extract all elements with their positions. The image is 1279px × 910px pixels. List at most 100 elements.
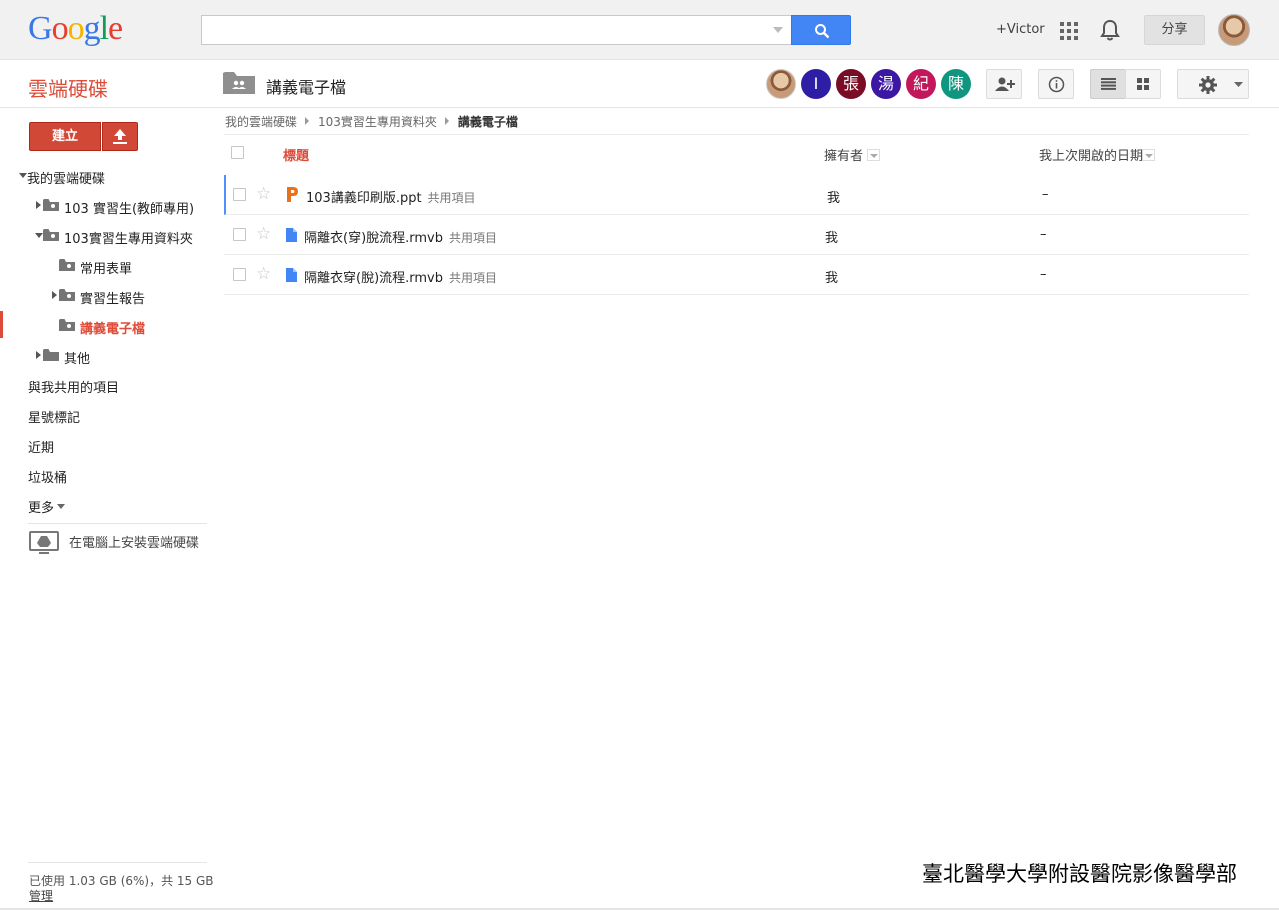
- sort-date-icon[interactable]: [1142, 149, 1155, 161]
- active-indicator: [0, 311, 3, 338]
- star-icon[interactable]: ☆: [256, 184, 271, 204]
- shared-user-avatar[interactable]: [766, 69, 796, 99]
- details-button[interactable]: [1038, 69, 1074, 99]
- column-header-owner[interactable]: 擁有者: [824, 145, 863, 164]
- row-checkbox[interactable]: [233, 188, 246, 201]
- folder-item-active[interactable]: 講義電子檔: [80, 318, 145, 337]
- file-owner: 我: [825, 271, 839, 286]
- select-all-checkbox[interactable]: [231, 146, 244, 159]
- file-list-header: 標題 擁有者 我上次開啟的日期: [224, 134, 1249, 174]
- notifications-bell-icon[interactable]: [1100, 19, 1120, 41]
- shared-user-avatar[interactable]: I: [801, 69, 831, 99]
- breadcrumb-current: 講義電子檔: [457, 115, 518, 129]
- create-button[interactable]: 建立: [29, 122, 101, 151]
- storage-usage: 已使用 1.03 GB (6%)，共 15 GB: [29, 874, 214, 888]
- user-profile-link[interactable]: +Victor: [996, 22, 1045, 37]
- top-bar: Google +Victor 分享: [0, 0, 1279, 60]
- search-options-caret-icon[interactable]: [773, 27, 783, 33]
- folder-icon: [43, 349, 59, 361]
- shared-label: 共用項目: [449, 271, 498, 285]
- shared-label: 共用項目: [427, 191, 476, 205]
- shared-folder-icon: [59, 289, 75, 301]
- nav-more[interactable]: 更多: [28, 497, 54, 516]
- chevron-down-icon: [57, 504, 65, 509]
- file-icon: [286, 268, 297, 282]
- gear-icon: [1199, 76, 1217, 94]
- upload-icon: [113, 129, 127, 144]
- sort-owner-icon[interactable]: [867, 149, 880, 161]
- file-row[interactable]: ☆ 103講義印刷版.ppt 共用項目 我 –: [224, 175, 1249, 215]
- star-icon[interactable]: ☆: [256, 264, 271, 284]
- shared-folder-icon: [43, 199, 59, 211]
- breadcrumb-arrow-icon: [444, 117, 449, 125]
- drive-header-bar: 雲端硬碟 講義電子檔 I 張 湯 紀 陳: [0, 60, 1279, 108]
- file-owner: 我: [825, 231, 839, 246]
- expand-arrow-icon[interactable]: [36, 351, 41, 359]
- collapse-arrow-icon[interactable]: [19, 173, 27, 178]
- column-header-title[interactable]: 標題: [283, 145, 309, 164]
- file-name[interactable]: 隔離衣(穿)脫流程.rmvb 共用項目: [304, 227, 497, 246]
- share-button[interactable]: 分享: [1144, 15, 1205, 45]
- nav-recent[interactable]: 近期: [28, 437, 54, 456]
- folder-title: 講義電子檔: [266, 78, 347, 97]
- breadcrumb-item[interactable]: 103實習生專用資料夾: [318, 115, 437, 129]
- nav-my-drive[interactable]: 我的雲端硬碟: [27, 168, 105, 187]
- folder-item[interactable]: 103實習生專用資料夾: [64, 228, 193, 247]
- search-button[interactable]: [791, 15, 851, 45]
- star-icon[interactable]: ☆: [256, 224, 271, 244]
- institution-watermark: 臺北醫學大學附設醫院影像醫學部: [922, 862, 1237, 886]
- account-avatar[interactable]: [1218, 14, 1250, 46]
- file-row[interactable]: ☆ 隔離衣穿(脫)流程.rmvb 共用項目 我 –: [224, 255, 1249, 295]
- add-people-button[interactable]: [986, 69, 1022, 99]
- expand-arrow-icon[interactable]: [36, 201, 41, 209]
- file-name[interactable]: 103講義印刷版.ppt 共用項目: [306, 187, 476, 206]
- settings-menu-button[interactable]: [1177, 69, 1249, 99]
- shared-label: 共用項目: [449, 231, 498, 245]
- desktop-drive-icon: [29, 531, 59, 554]
- divider: [28, 862, 207, 863]
- shared-user-avatar[interactable]: 張: [836, 69, 866, 99]
- app-name[interactable]: 雲端硬碟: [28, 73, 108, 102]
- powerpoint-file-icon: [287, 187, 298, 202]
- shared-folder-icon: [43, 229, 59, 241]
- row-checkbox[interactable]: [233, 228, 246, 241]
- folder-item[interactable]: 常用表單: [80, 258, 132, 277]
- upload-button[interactable]: [102, 122, 138, 151]
- breadcrumb: 我的雲端硬碟 103實習生專用資料夾 講義電子檔: [225, 113, 518, 130]
- shared-user-avatar[interactable]: 陳: [941, 69, 971, 99]
- search-input[interactable]: [201, 15, 791, 45]
- shared-folder-icon: [223, 72, 255, 94]
- file-name[interactable]: 隔離衣穿(脫)流程.rmvb 共用項目: [304, 267, 497, 286]
- apps-grid-icon[interactable]: [1060, 22, 1078, 40]
- add-person-icon: [995, 77, 1015, 91]
- info-icon: [1048, 76, 1065, 93]
- file-row[interactable]: ☆ 隔離衣(穿)脫流程.rmvb 共用項目 我 –: [224, 215, 1249, 255]
- shared-user-avatar[interactable]: 湯: [871, 69, 901, 99]
- row-checkbox[interactable]: [233, 268, 246, 281]
- install-drive-link[interactable]: 在電腦上安裝雲端硬碟: [69, 532, 199, 551]
- folder-item[interactable]: 103 實習生(教師專用): [64, 198, 194, 217]
- google-logo[interactable]: Google: [28, 10, 123, 48]
- expand-arrow-icon[interactable]: [52, 291, 57, 299]
- file-owner: 我: [827, 191, 841, 206]
- file-icon: [286, 228, 297, 242]
- divider: [28, 523, 207, 524]
- nav-starred[interactable]: 星號標記: [28, 407, 80, 426]
- grid-view-button[interactable]: [1125, 69, 1161, 99]
- grid-view-icon: [1137, 78, 1149, 90]
- list-view-icon: [1101, 78, 1116, 90]
- nav-shared-with-me[interactable]: 與我共用的項目: [28, 377, 119, 396]
- file-last-opened: –: [1042, 187, 1049, 202]
- manage-storage-link[interactable]: 管理: [29, 887, 53, 904]
- chevron-down-icon: [1234, 82, 1243, 87]
- list-view-button[interactable]: [1090, 69, 1126, 99]
- nav-trash[interactable]: 垃圾桶: [28, 467, 67, 486]
- file-last-opened: –: [1040, 267, 1047, 282]
- file-last-opened: –: [1040, 227, 1047, 242]
- shared-user-avatar[interactable]: 紀: [906, 69, 936, 99]
- folder-item[interactable]: 實習生報告: [80, 288, 145, 307]
- collapse-arrow-icon[interactable]: [35, 233, 43, 238]
- breadcrumb-item[interactable]: 我的雲端硬碟: [225, 115, 297, 129]
- folder-item[interactable]: 其他: [64, 348, 90, 367]
- column-header-last-opened[interactable]: 我上次開啟的日期: [1039, 145, 1143, 164]
